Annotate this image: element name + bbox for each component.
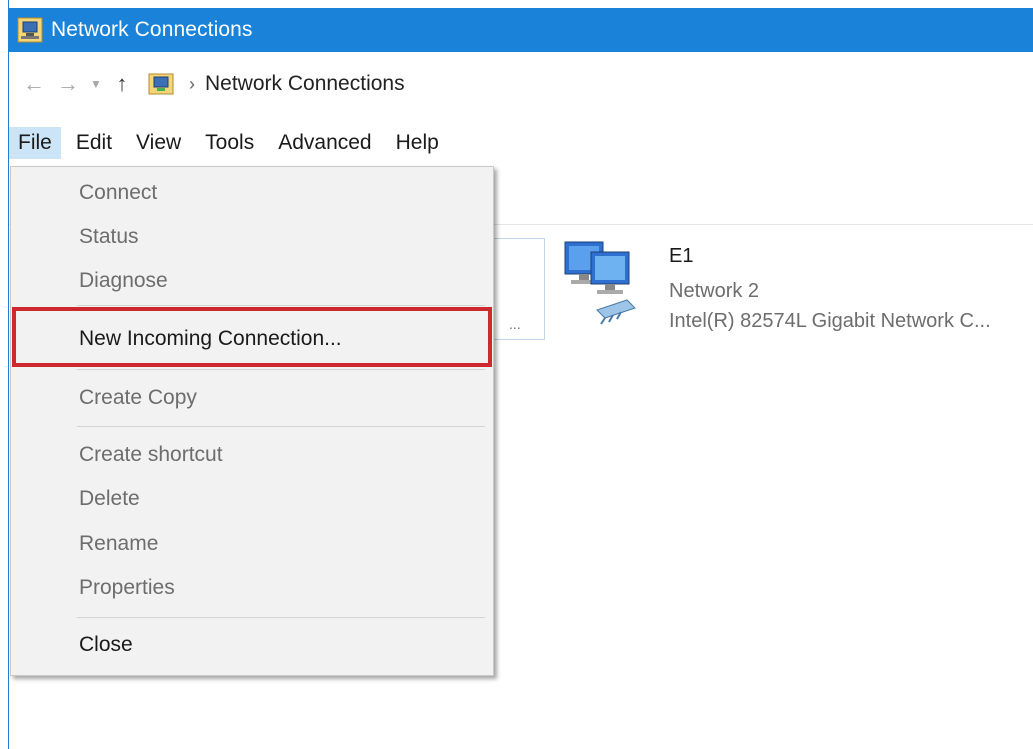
adapter-device: Intel(R) 82574L Gigabit Network C... (669, 310, 991, 332)
menu-advanced[interactable]: Advanced (269, 127, 380, 159)
menu-item-rename[interactable]: Rename (79, 532, 158, 556)
menu-item-delete[interactable]: Delete (79, 487, 140, 511)
chevron-down-icon[interactable]: ▼ (85, 77, 107, 91)
back-arrow-icon[interactable]: ← (17, 71, 51, 97)
menu-separator (77, 369, 485, 370)
title-bar[interactable]: Network Connections (9, 8, 1033, 52)
forward-arrow-icon[interactable]: → (51, 71, 85, 97)
menu-item-connect[interactable]: Connect (79, 181, 157, 205)
menu-item-create-copy[interactable]: Create Copy (79, 386, 197, 410)
address-bar: ← → ▼ ↑ › Network Connections (9, 60, 1033, 108)
network-connections-icon (17, 17, 43, 43)
menu-separator (77, 305, 485, 306)
adapter-card-partial-ellipsis: ... (509, 316, 521, 332)
menu-item-diagnose[interactable]: Diagnose (79, 269, 168, 293)
breadcrumb-separator: › (189, 73, 195, 94)
menu-tools[interactable]: Tools (196, 127, 263, 159)
highlight-annotation-box (12, 307, 492, 367)
breadcrumb-network-connections[interactable]: Network Connections (205, 72, 405, 96)
menu-item-status[interactable]: Status (79, 225, 139, 249)
menu-item-close[interactable]: Close (79, 633, 133, 657)
file-menu-dropdown: Connect Status Diagnose New Incoming Con… (10, 166, 494, 676)
menu-edit[interactable]: Edit (67, 127, 121, 159)
menu-file[interactable]: File (9, 127, 61, 159)
adapter-name[interactable]: E1 (669, 245, 693, 268)
network-adapter-icon[interactable] (561, 238, 643, 330)
menu-item-create-shortcut[interactable]: Create shortcut (79, 443, 223, 467)
up-arrow-icon[interactable]: ↑ (107, 71, 137, 97)
menu-help[interactable]: Help (387, 127, 448, 159)
menu-item-properties[interactable]: Properties (79, 576, 175, 600)
adapter-network: Network 2 (669, 280, 760, 302)
menu-view[interactable]: View (127, 127, 190, 159)
menu-separator (77, 617, 485, 618)
network-folder-icon (148, 73, 174, 95)
menu-bar: File Edit View Tools Advanced Help (9, 122, 1033, 164)
menu-separator (77, 426, 485, 427)
window-title: Network Connections (51, 18, 253, 41)
